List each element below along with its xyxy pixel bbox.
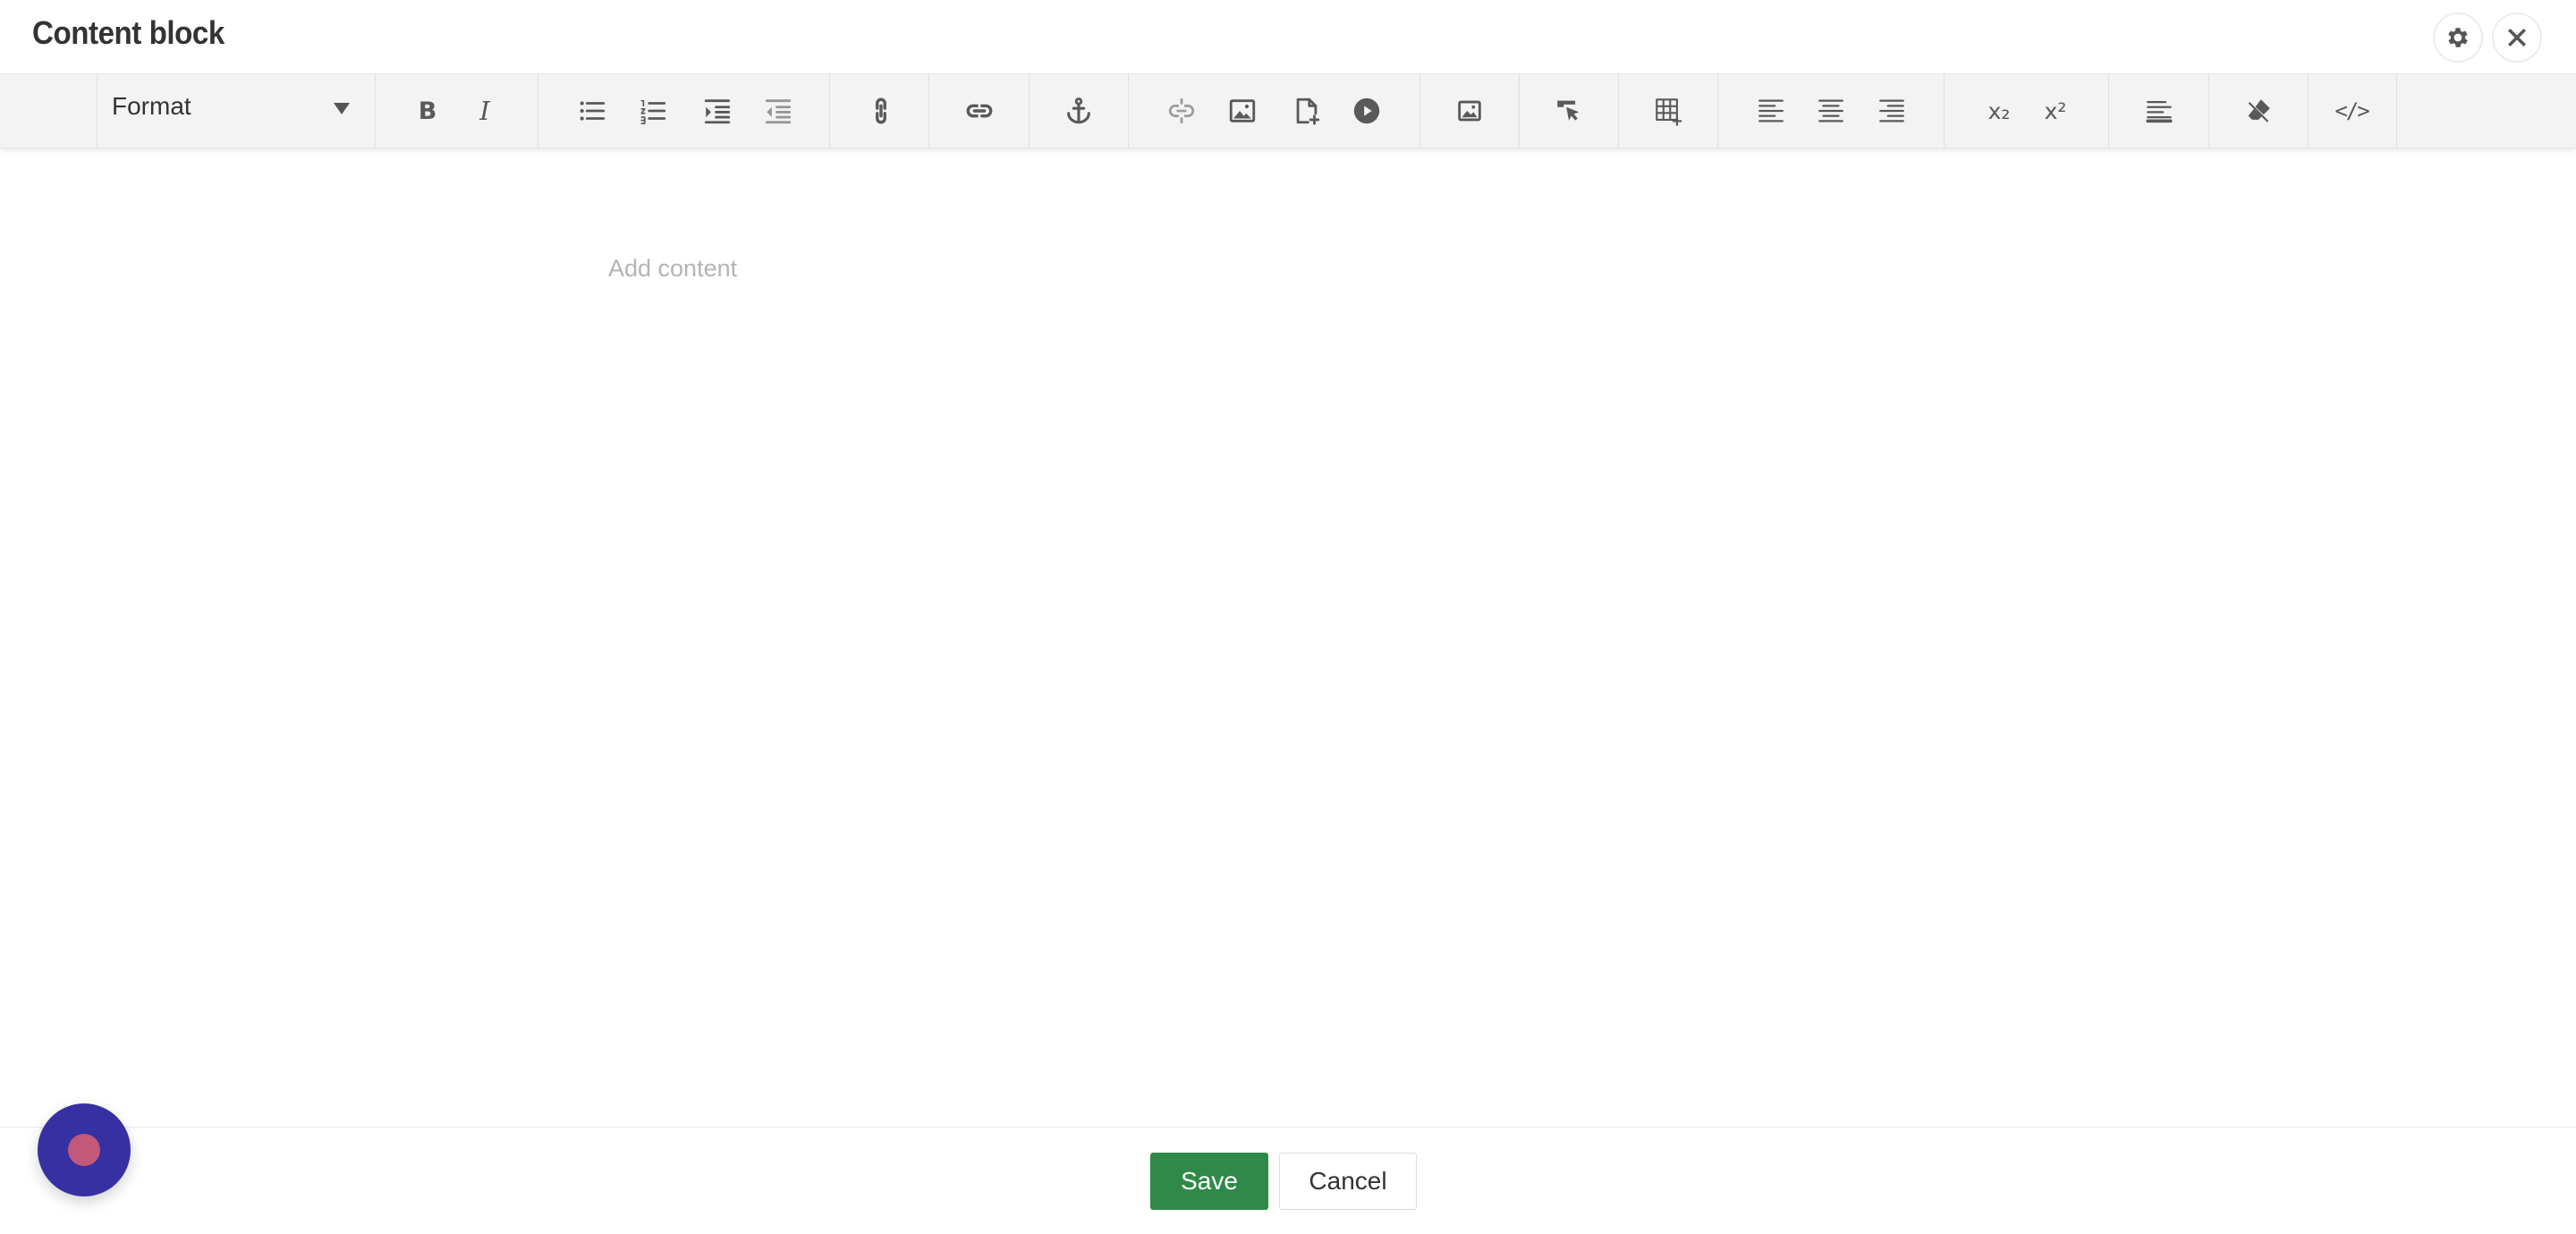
toolbar-divider <box>1128 74 1129 148</box>
bulleted-list-icon <box>580 101 606 121</box>
unlink-button[interactable] <box>1159 89 1204 133</box>
pointer-button[interactable] <box>1546 89 1591 133</box>
superscript-icon: x² <box>2044 97 2067 124</box>
format-dropdown[interactable]: Format <box>97 74 376 148</box>
align-right-button[interactable] <box>1869 89 1914 133</box>
link-icon <box>966 104 993 118</box>
chat-launcher-button[interactable] <box>38 1103 131 1196</box>
table-button[interactable] <box>1646 89 1690 133</box>
toolbar-divider <box>2108 74 2109 148</box>
align-center-icon <box>1818 99 1843 123</box>
close-button[interactable] <box>2492 13 2542 63</box>
cursor-icon <box>1557 100 1580 121</box>
settings-button[interactable] <box>2433 13 2483 63</box>
play-icon <box>1353 97 1380 124</box>
image-button[interactable] <box>1220 89 1265 133</box>
image-library-button[interactable] <box>1447 89 1492 133</box>
code-icon: </> <box>2334 98 2369 123</box>
image-icon <box>1229 99 1256 123</box>
content-editor-placeholder[interactable]: Add content <box>608 255 737 283</box>
anchor-button[interactable] <box>1056 89 1101 133</box>
editor-toolbar: Format B I x₂ x² </> <box>0 73 2576 148</box>
caret-down-icon <box>334 103 350 114</box>
superscript-button[interactable]: x² <box>2033 89 2078 133</box>
unlink-icon <box>1168 97 1195 124</box>
numbered-list-button[interactable] <box>631 89 675 133</box>
outdent-button[interactable] <box>756 89 801 133</box>
toolbar-divider <box>1717 74 1718 148</box>
paragraph-button[interactable] <box>2137 89 2182 133</box>
cancel-button[interactable]: Cancel <box>1279 1153 1417 1210</box>
align-left-icon <box>1758 99 1784 123</box>
paragraph-align-icon <box>2146 100 2173 123</box>
chat-launcher-icon <box>68 1134 100 1166</box>
gear-icon <box>2448 28 2468 47</box>
subscript-icon: x₂ <box>1987 97 2011 124</box>
toolbar-divider <box>1419 74 1420 148</box>
table-icon <box>1656 98 1682 126</box>
eraser-icon <box>2245 99 2272 124</box>
toolbar-divider <box>829 74 830 148</box>
link-vertical-icon <box>876 97 886 124</box>
indent-button[interactable] <box>695 89 740 133</box>
bold-icon: B <box>418 97 437 125</box>
bulleted-list-button[interactable] <box>570 89 614 133</box>
image-icon <box>1458 100 1481 122</box>
toolbar-divider <box>1944 74 1945 148</box>
indent-icon <box>704 99 731 124</box>
source-code-button[interactable]: </> <box>2329 89 2374 133</box>
align-center-button[interactable] <box>1809 89 1853 133</box>
bold-button[interactable]: B <box>405 89 450 133</box>
format-dropdown-label: Format <box>112 92 191 120</box>
modal-header: Content block <box>0 0 2576 73</box>
align-left-button[interactable] <box>1749 89 1793 133</box>
numbered-list-icon <box>640 99 666 125</box>
toolbar-divider <box>928 74 929 148</box>
subscript-button[interactable]: x₂ <box>1977 89 2021 133</box>
link-button[interactable] <box>859 89 903 133</box>
toolbar-divider <box>1519 74 1520 148</box>
italic-button[interactable]: I <box>462 89 507 133</box>
toolbar-divider <box>2208 74 2209 148</box>
insert-file-button[interactable] <box>1284 89 1329 133</box>
save-button[interactable]: Save <box>1150 1153 1268 1210</box>
media-button[interactable] <box>1344 89 1389 133</box>
clear-formatting-button[interactable] <box>2236 89 2281 133</box>
italic-icon: I <box>479 96 490 126</box>
toolbar-divider <box>1618 74 1619 148</box>
file-add-icon <box>1296 97 1320 125</box>
outdent-icon <box>765 99 792 124</box>
toolbar-divider <box>2308 74 2309 148</box>
insert-link-button[interactable] <box>957 89 1002 133</box>
close-icon <box>2508 29 2526 46</box>
toolbar-divider <box>2396 74 2397 148</box>
toolbar-divider <box>1029 74 1030 148</box>
page-title: Content block <box>32 14 225 51</box>
modal-footer: Save Cancel <box>0 1127 2576 1234</box>
align-right-icon <box>1879 99 1904 123</box>
anchor-icon <box>1067 97 1090 124</box>
